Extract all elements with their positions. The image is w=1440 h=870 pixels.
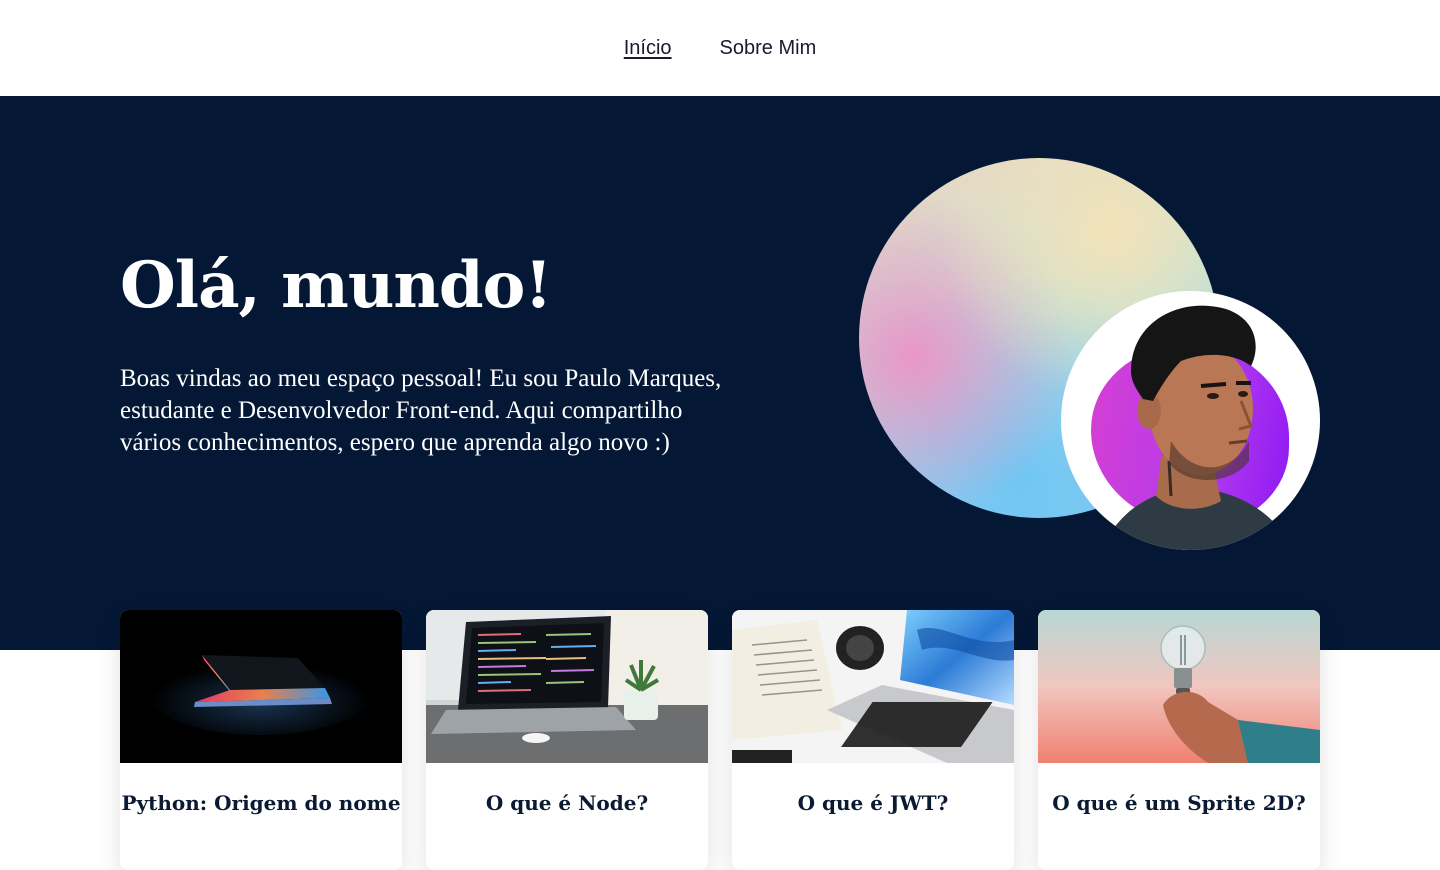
card-image [732,610,1014,763]
card-image [1038,610,1320,763]
laptop-dark-icon [120,610,402,763]
article-card[interactable]: O que é um Sprite 2D? [1038,610,1320,870]
card-title[interactable]: O que é Node? [426,763,708,815]
hero-title: Olá, mundo! [120,248,552,323]
top-nav: Início Sobre Mim [0,0,1440,96]
hero-text: Olá, mundo! Boas vindas ao meu espaço pe… [120,248,740,459]
card-image [120,610,402,763]
nav-link-inicio[interactable]: Início [624,37,672,60]
card-title[interactable]: O que é um Sprite 2D? [1038,763,1320,815]
article-cards: Python: Origem do nome O que é Node? O q… [120,610,1320,870]
article-card[interactable]: Python: Origem do nome [120,610,402,870]
card-title[interactable]: O que é JWT? [732,763,1014,815]
article-card[interactable]: O que é JWT? [732,610,1014,870]
lightbulb-icon [1038,610,1320,763]
avatar [1061,291,1320,550]
person-portrait-icon [1101,305,1296,550]
hero-section: Olá, mundo! Boas vindas ao meu espaço pe… [0,96,1440,650]
article-card[interactable]: O que é Node? [426,610,708,870]
desk-laptop-icon [732,610,1014,763]
card-image [426,610,708,763]
code-laptop-icon [426,610,708,763]
hero-description: Boas vindas ao meu espaço pessoal! Eu so… [120,365,722,457]
nav-link-sobre-mim[interactable]: Sobre Mim [720,37,817,60]
card-title[interactable]: Python: Origem do nome [120,763,402,815]
